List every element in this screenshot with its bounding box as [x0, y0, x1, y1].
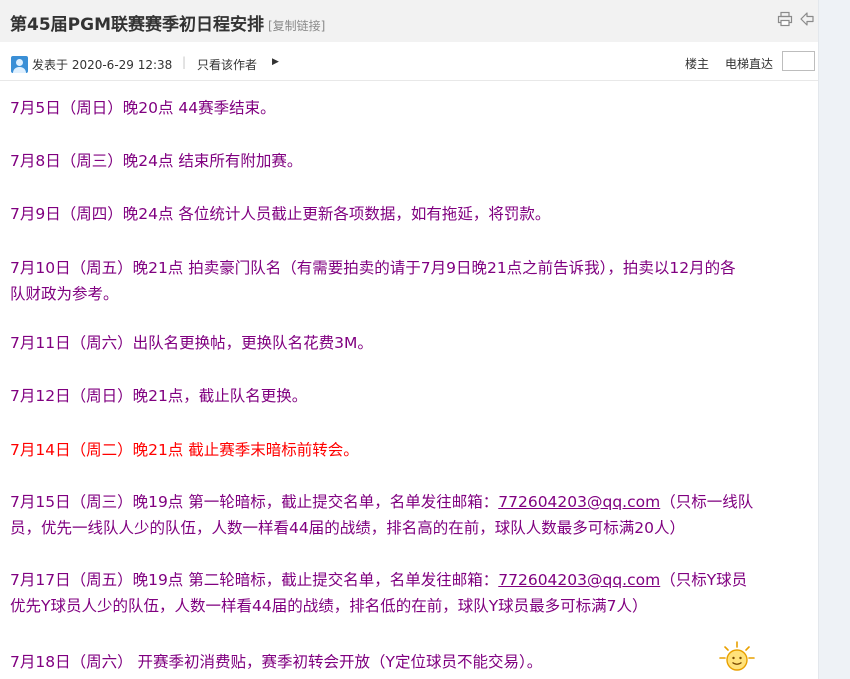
copy-link[interactable]: [复制链接] — [268, 19, 325, 33]
thread-title: 第45届PGM联赛赛季初日程安排 [复制链接] — [10, 10, 325, 35]
schedule-item: 7月8日（周三）晚24点 结束所有附加赛。 — [10, 152, 303, 170]
elevator-label: 电梯直达 — [725, 57, 774, 71]
sun-badge-icon — [719, 641, 755, 671]
caret-right-icon: ▶ — [272, 57, 279, 67]
print-icon[interactable] — [777, 11, 793, 27]
email-link[interactable]: 772604203@qq.com — [498, 493, 660, 511]
schedule-item: 7月5日（周日）晚20点 44赛季结束。 — [10, 99, 276, 117]
schedule-text: （只标一线队 — [660, 493, 754, 511]
view-author-only-link[interactable]: 只看该作者 — [197, 56, 257, 73]
schedule-line: 员，优先一线队人少的队伍，人数一样看44届的战绩，排名高的在前，球队人数最多可标… — [10, 519, 685, 537]
post-meta-bar: 发表于 2020-6-29 12:38 | 只看该作者 ▶ 楼主 电梯直达 — [0, 42, 818, 81]
schedule-item: 7月15日（周三）晚19点 第一轮暗标，截止提交名单，名单发往邮箱：772604… — [10, 489, 753, 541]
meta-separator: | — [182, 55, 187, 69]
schedule-item: 7月10日（周五）晚21点 拍卖豪门队名（有需要拍卖的请于7月9日晚21点之前告… — [10, 255, 736, 307]
schedule-text: 7月17日（周五）晚19点 第二轮暗标，截止提交名单，名单发往邮箱： — [10, 571, 499, 589]
schedule-text: （只标Y球员 — [660, 571, 748, 589]
schedule-item: 7月18日（周六） 开赛季初消费贴，赛季初转会开放（Y定位球员不能交易）。 — [10, 653, 543, 671]
thread-title-text: 第45届PGM联赛赛季初日程安排 — [10, 15, 264, 35]
schedule-line: 优先Y球员人少的队伍，人数一样看44届的战绩，排名低的在前，球队Y球员最多可标满… — [10, 597, 648, 615]
thread-header: 第45届PGM联赛赛季初日程安排 [复制链接] — [0, 0, 818, 42]
schedule-line: 7月15日（周三）晚19点 第一轮暗标，截止提交名单，名单发往邮箱：772604… — [10, 489, 753, 515]
post-date: 发表于 2020-6-29 12:38 — [32, 58, 173, 72]
user-icon — [11, 56, 28, 73]
floor-owner-label[interactable]: 楼主 — [685, 55, 709, 72]
schedule-item-highlight: 7月14日（周二）晚21点 截止赛季末暗标前转会。 — [10, 441, 359, 459]
schedule-item: 7月11日（周六）出队名更换帖，更换队名花费3M。 — [10, 334, 373, 352]
back-arrow-icon[interactable] — [799, 11, 815, 27]
schedule-item: 7月9日（周四）晚24点 各位统计人员截止更新各项数据，如有拖延，将罚款。 — [10, 205, 551, 223]
schedule-item: 7月17日（周五）晚19点 第二轮暗标，截止提交名单，名单发往邮箱：772604… — [10, 567, 747, 619]
schedule-line: 7月17日（周五）晚19点 第二轮暗标，截止提交名单，名单发往邮箱：772604… — [10, 567, 747, 593]
schedule-item: 7月12日（周日）晚21点，截止队名更换。 — [10, 387, 308, 405]
schedule-line: 队财政为参考。 — [10, 285, 119, 303]
schedule-line: 7月10日（周五）晚21点 拍卖豪门队名（有需要拍卖的请于7月9日晚21点之前告… — [10, 259, 736, 277]
email-link[interactable]: 772604203@qq.com — [498, 571, 660, 589]
floor-jump-input[interactable] — [782, 51, 815, 71]
schedule-text: 7月15日（周三）晚19点 第一轮暗标，截止提交名单，名单发往邮箱： — [10, 493, 499, 511]
right-side-strip — [818, 0, 850, 679]
